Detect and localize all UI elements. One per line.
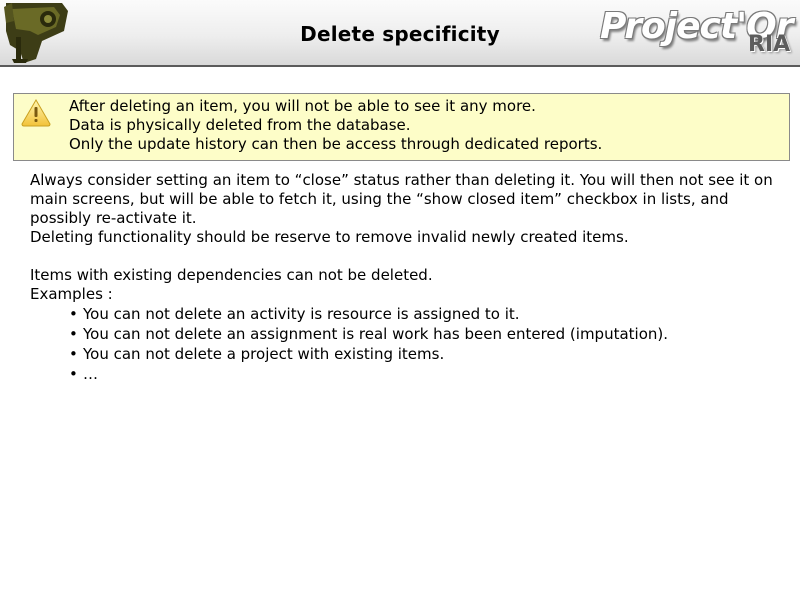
warning-line: After deleting an item, you will not be … [69,97,536,115]
paragraph-dependencies: Items with existing dependencies can not… [30,266,433,284]
bullet-icon: • [69,305,78,323]
brand-logo: Project'Or RIA [598,4,798,62]
paragraph-delete-usage: Deleting functionality should be reserve… [30,228,629,246]
warning-line: Only the update history can then be acce… [69,135,603,153]
slide-header: Delete specificity Project'Or RIA [0,0,800,67]
brand-suffix: RIA [748,32,791,57]
list-item: •… [69,364,780,384]
examples-label: Examples : [30,285,113,303]
list-item-text: You can not delete a project with existi… [83,345,445,363]
warning-box: After deleting an item, you will not be … [13,93,790,161]
bullet-icon: • [69,365,78,383]
warning-triangle-icon [21,99,51,127]
list-item: • You can not delete a project with exist… [69,344,780,364]
list-item: • You can not delete an assignment is rea… [69,324,780,344]
bullet-icon: • [69,325,78,343]
slide-body: Always consider setting an item to “clos… [30,171,780,384]
paragraph-close-status: Always consider setting an item to “clos… [30,171,773,227]
bullet-icon: • [69,345,78,363]
list-item-text: … [83,365,98,383]
examples-list: • You can not delete an activity is resou… [30,304,780,384]
warning-line: Data is physically deleted from the data… [69,116,411,134]
list-item: • You can not delete an activity is resou… [69,304,780,324]
warning-text: After deleting an item, you will not be … [69,97,602,154]
list-item-text: You can not delete an activity is resour… [83,305,520,323]
list-item-text: You can not delete an assignment is real… [83,325,669,343]
